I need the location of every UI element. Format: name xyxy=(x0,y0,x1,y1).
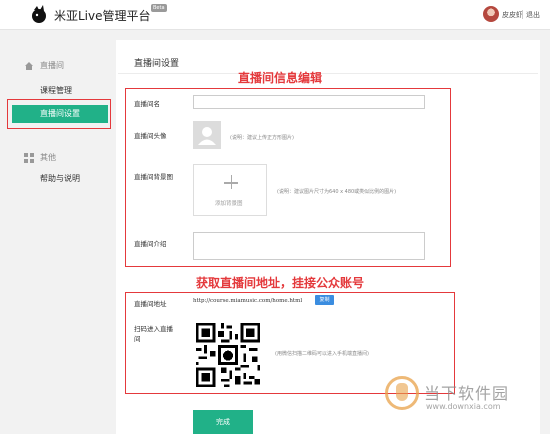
annotation-address: 获取直播间地址，挂接公众账号 xyxy=(196,276,365,290)
beta-badge: Beta xyxy=(151,4,167,12)
qr-hint: (用微信扫描二维码可以进入手机端直播间) xyxy=(275,351,369,357)
grid-icon xyxy=(24,152,34,163)
avatar-upload[interactable] xyxy=(193,121,221,149)
logout-link[interactable]: 退出 xyxy=(526,10,540,20)
sidebar-group-other: 其他 xyxy=(24,152,56,163)
copy-button[interactable]: 复制 xyxy=(315,295,334,305)
bg-hint: (说明：建议图片尺寸为640 x 480或类似比例的图片) xyxy=(277,189,397,195)
avatar-hint: (说明：建议上传正方形图片) xyxy=(230,135,294,141)
app-title: 米亚Live管理平台 xyxy=(54,9,151,23)
bg-upload-area[interactable] xyxy=(193,164,267,216)
top-header: 米亚Live管理平台 Beta 皮皮虾 退出 xyxy=(0,0,550,30)
username[interactable]: 皮皮虾 xyxy=(502,10,523,20)
watermark-text: 当下软件园 xyxy=(424,384,510,403)
user-avatar[interactable] xyxy=(483,6,499,22)
sidebar-group-live: 直播间 xyxy=(24,60,64,71)
room-intro-textarea[interactable] xyxy=(193,232,425,260)
qr-code xyxy=(193,320,263,390)
sidebar-item-help[interactable]: 帮助与说明 xyxy=(40,173,80,184)
watermark-url: www.downxia.com xyxy=(426,402,501,411)
sidebar-item-course[interactable]: 课程管理 xyxy=(40,85,72,96)
logo-icon xyxy=(32,5,46,23)
qr-label: 扫码进入直播间 xyxy=(134,325,173,343)
room-intro-label: 直播间介绍 xyxy=(134,240,167,248)
plus-icon xyxy=(230,175,232,189)
page-title: 直播间设置 xyxy=(134,59,180,69)
sidebar-group-label: 其他 xyxy=(40,153,56,162)
room-address-value: http://course.miamusic.com/home.html xyxy=(193,298,303,304)
watermark-logo-icon xyxy=(396,383,408,401)
room-name-label: 直播间名 xyxy=(134,100,160,108)
header-divider xyxy=(522,10,523,19)
room-bg-label: 直播间背景图 xyxy=(134,173,173,181)
sidebar-group-label: 直播间 xyxy=(40,61,64,70)
home-icon xyxy=(25,61,33,70)
room-name-input[interactable] xyxy=(193,95,425,109)
user-placeholder-icon xyxy=(198,127,216,145)
title-divider xyxy=(118,73,538,74)
room-address-label: 直播间地址 xyxy=(134,300,167,308)
bg-upload-text: 添加背景图 xyxy=(215,201,243,207)
highlight-box-sidebar xyxy=(7,99,111,129)
done-button[interactable]: 完成 xyxy=(193,410,253,434)
room-avatar-label: 直播间头像 xyxy=(134,132,167,140)
annotation-info-edit: 直播间信息编辑 xyxy=(238,71,323,85)
